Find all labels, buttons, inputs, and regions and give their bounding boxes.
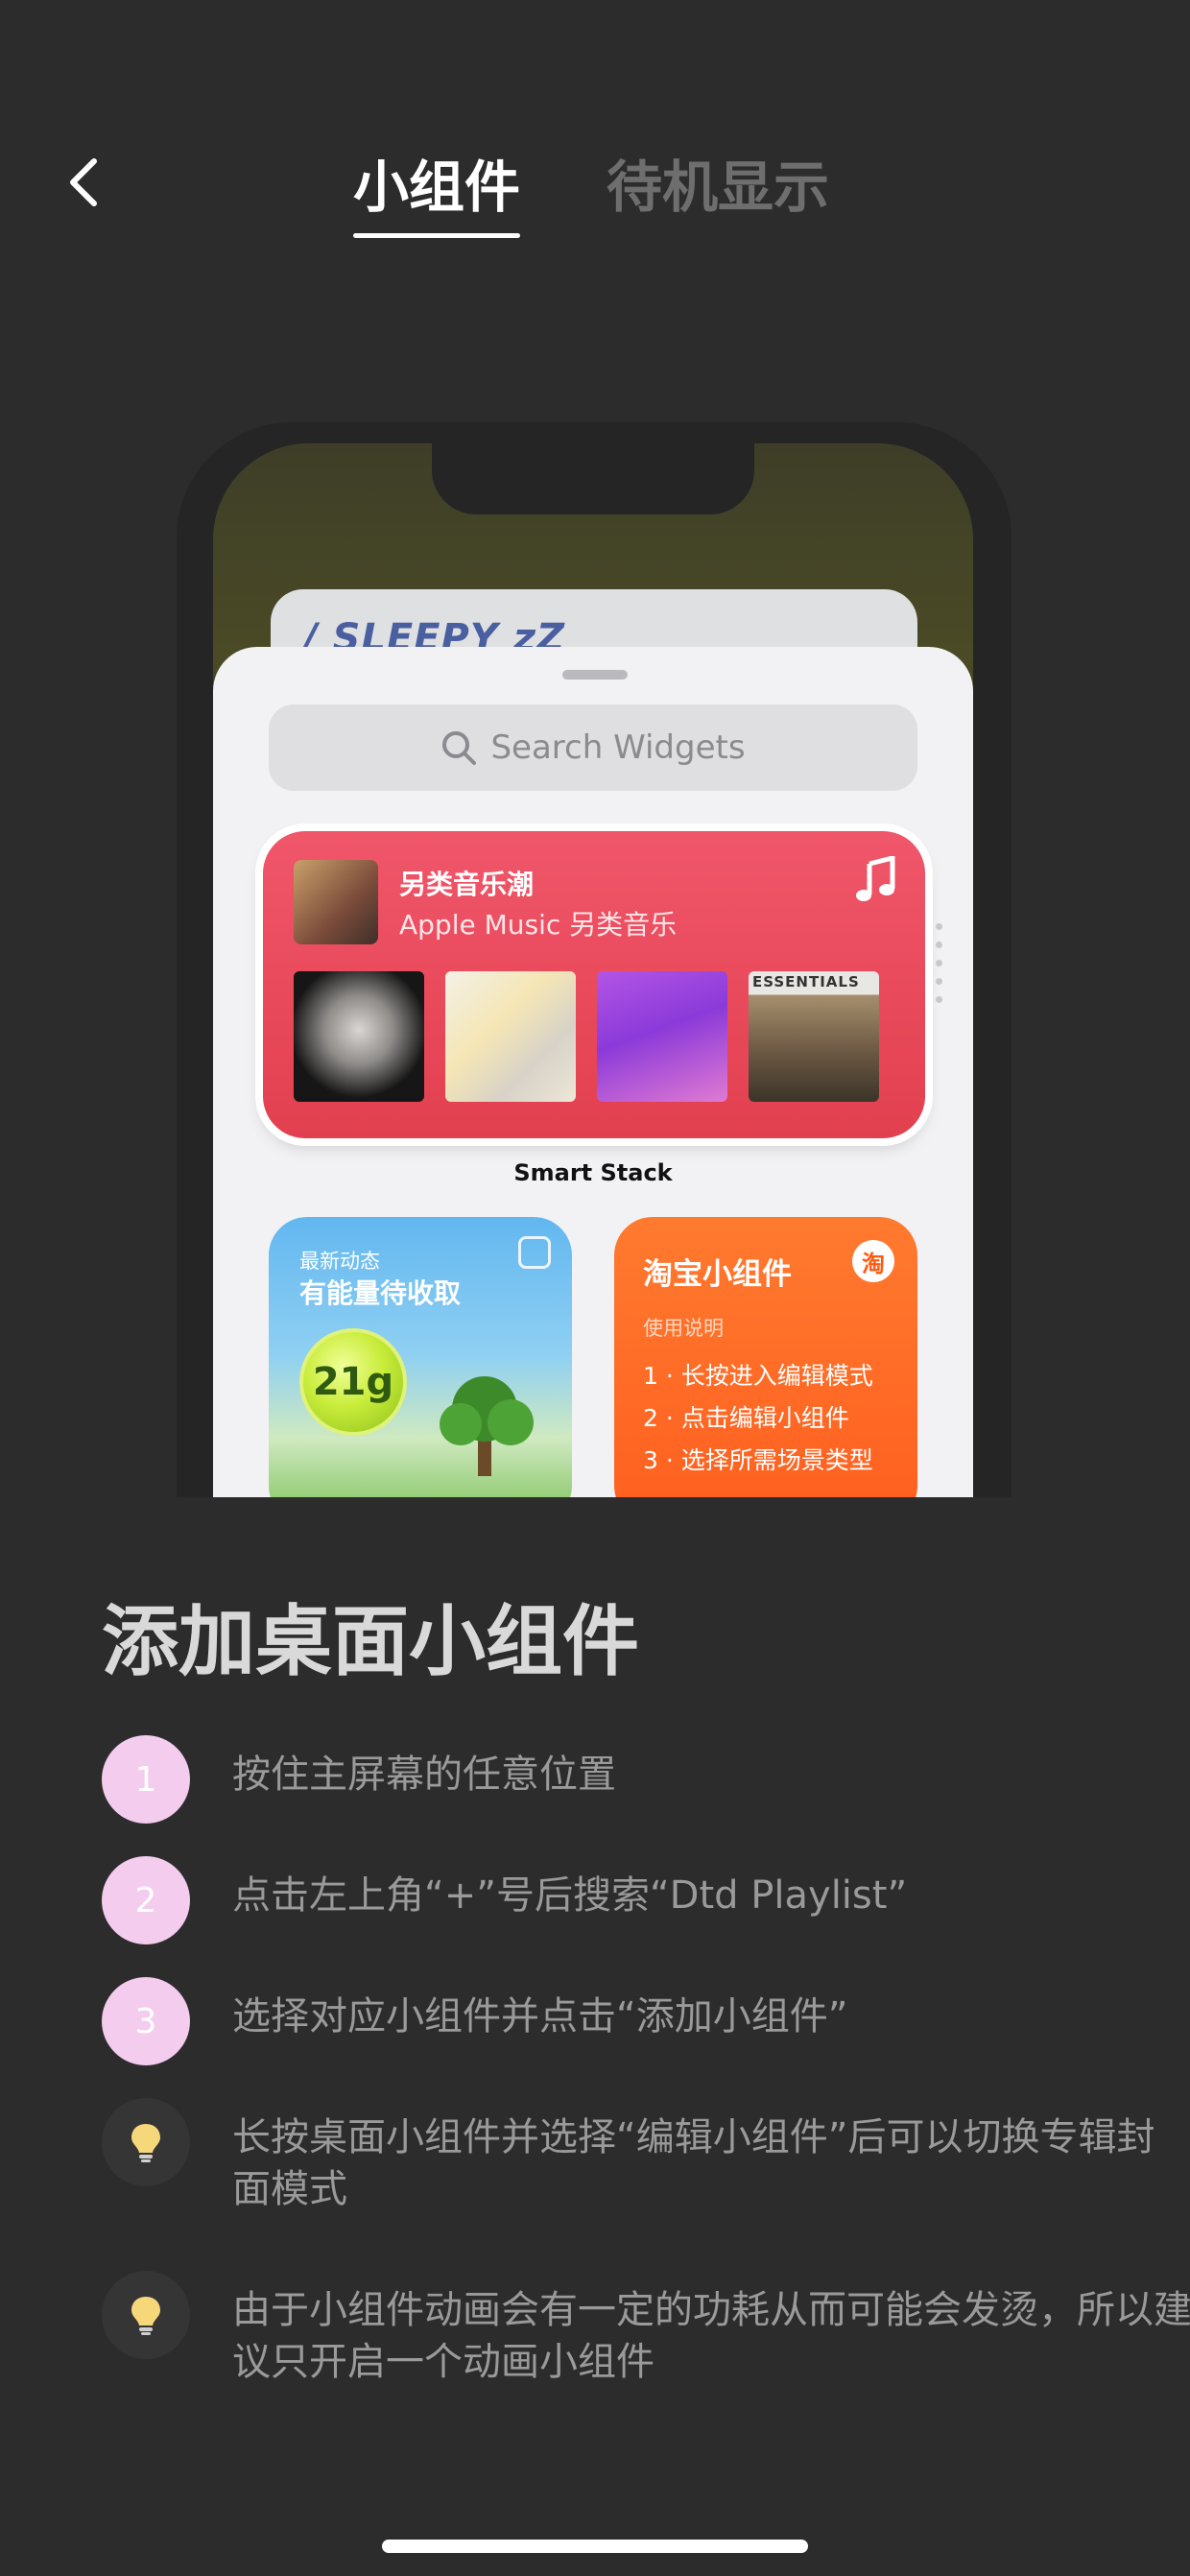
tip-text: 由于小组件动画会有一定的功耗从而可能会发烫，所以建议只开启一个动画小组件 <box>232 2288 1190 2384</box>
lightbulb-icon <box>102 2098 190 2186</box>
playlist-subtitle: Apple Music 另类音乐 <box>399 909 678 941</box>
album-cover-3[interactable] <box>597 971 727 1102</box>
energy-ball: 21g <box>299 1328 407 1436</box>
smart-stack-widget[interactable]: 另类音乐潮 Apple Music 另类音乐 ESSENTIALS <box>263 831 925 1138</box>
energy-widget[interactable]: 最新动态 有能量待收取 21g <box>269 1217 572 1497</box>
stack-page-indicator <box>936 923 943 1048</box>
step-text: 按住主屏幕的任意位置 <box>232 1753 616 1797</box>
step-number-badge: 3 <box>102 1977 190 2065</box>
chevron-left-icon <box>70 158 97 206</box>
lightbulb-icon <box>102 2271 190 2359</box>
back-button[interactable] <box>60 154 117 211</box>
playlist-cover-image <box>294 860 378 944</box>
sheet-grabber[interactable] <box>562 670 628 680</box>
step-text: 点击左上角“+”号后搜索“Dtd Playlist” <box>232 1873 908 1918</box>
step-number-badge: 1 <box>102 1735 190 1824</box>
album-cover-4-label: ESSENTIALS <box>752 973 860 990</box>
taobao-step-2: 2 · 点击编辑小组件 <box>643 1404 849 1432</box>
album-cover-1[interactable] <box>294 971 424 1102</box>
phone-notch <box>432 443 754 514</box>
search-placeholder: Search Widgets <box>490 728 746 767</box>
taobao-widget-subtitle: 使用说明 <box>643 1317 724 1340</box>
tree-icon <box>440 1376 534 1476</box>
album-cover-2[interactable] <box>445 971 576 1102</box>
smart-stack-label: Smart Stack <box>513 1159 673 1186</box>
home-indicator[interactable] <box>382 2540 808 2553</box>
alipay-icon <box>518 1236 551 1269</box>
taobao-step-3: 3 · 选择所需场景类型 <box>643 1446 873 1474</box>
album-cover-4[interactable]: ESSENTIALS <box>749 971 879 1102</box>
phone-screen-preview: / SLEEPY zZ Search Widgets 另类音乐潮 Apple M… <box>213 443 973 1497</box>
search-icon <box>442 731 477 765</box>
energy-widget-title: 有能量待收取 <box>299 1277 462 1309</box>
taobao-step-1: 1 · 长按进入编辑模式 <box>643 1362 873 1390</box>
playlist-title: 另类音乐潮 <box>399 869 535 900</box>
step-number-badge: 2 <box>102 1856 190 1944</box>
widget-gallery-sheet: Search Widgets 另类音乐潮 Apple Music 另类音乐 ES… <box>213 647 973 1497</box>
energy-widget-caption: 最新动态 <box>299 1250 380 1273</box>
instructions-title: 添加桌面小组件 <box>102 1597 639 1686</box>
tab-standby[interactable]: 待机显示 <box>607 154 829 221</box>
taobao-widget[interactable]: 淘宝小组件 淘 使用说明 1 · 长按进入编辑模式 2 · 点击编辑小组件 3 … <box>614 1217 917 1497</box>
step-text: 选择对应小组件并点击“添加小组件” <box>232 1994 848 2039</box>
taobao-widget-title: 淘宝小组件 <box>643 1257 792 1292</box>
music-note-icon <box>856 856 895 901</box>
taobao-logo-icon: 淘 <box>852 1240 894 1282</box>
tip-text: 长按桌面小组件并选择“编辑小组件”后可以切换专辑封面模式 <box>232 2115 1155 2211</box>
tab-widgets[interactable]: 小组件 <box>353 154 521 238</box>
search-widgets-field[interactable]: Search Widgets <box>269 704 917 791</box>
